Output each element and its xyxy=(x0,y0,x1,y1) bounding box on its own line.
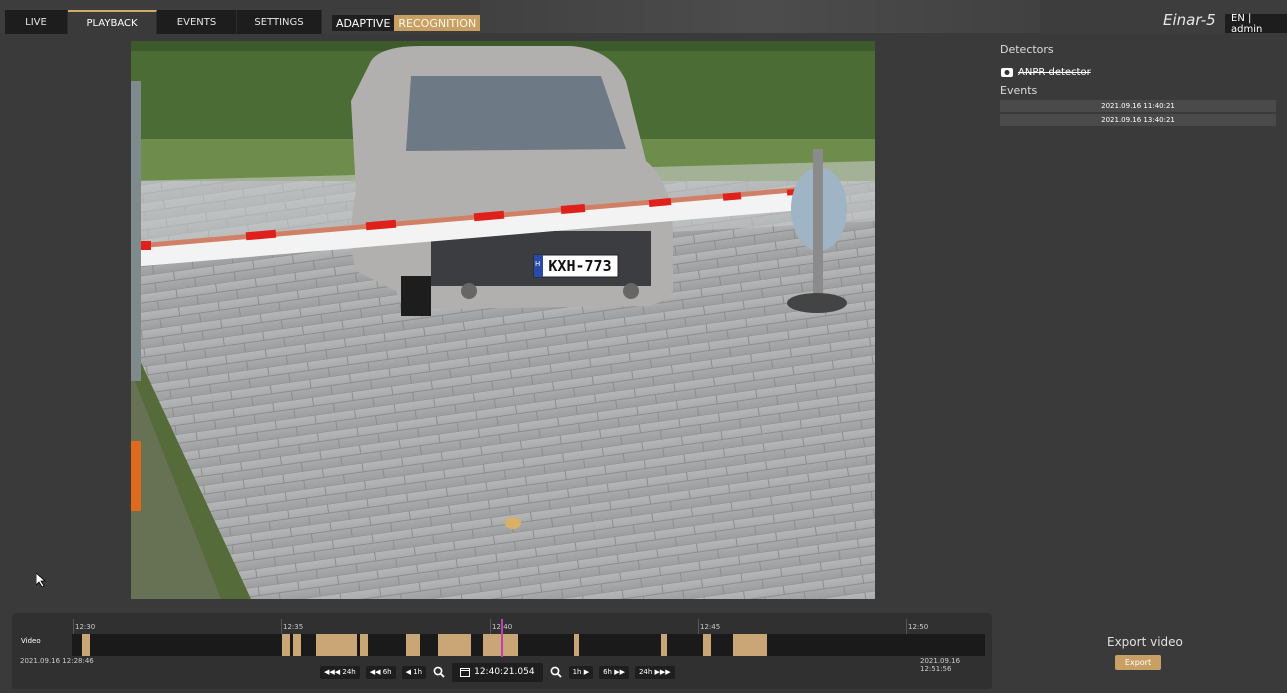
brand-logo: ADAPTIVE RECOGNITION xyxy=(332,15,481,31)
forward-24h-button[interactable]: 24h ▶▶▶ xyxy=(634,665,675,679)
recording-segment xyxy=(733,634,767,656)
recording-segment xyxy=(316,634,357,656)
tick-line xyxy=(73,619,74,634)
forward-1h-button[interactable]: 1h ▶ xyxy=(568,665,594,679)
forward-6h-button[interactable]: 6h ▶▶ xyxy=(599,665,629,679)
calendar-icon xyxy=(460,667,471,677)
events-title: Events xyxy=(1000,84,1038,97)
tick-line xyxy=(906,619,907,634)
recording-segment xyxy=(703,634,711,656)
app-name: Einar-5 xyxy=(1163,11,1216,29)
track-label: Video xyxy=(21,637,41,645)
event-item[interactable]: 2021.09.16 11:40:21 xyxy=(1000,100,1276,112)
car xyxy=(351,46,673,316)
camera-icon xyxy=(1000,66,1014,78)
event-item[interactable]: 2021.09.16 13:40:21 xyxy=(1000,114,1276,126)
tab-playback[interactable]: PLAYBACK xyxy=(68,10,157,34)
license-plate: H KXH-773 xyxy=(534,255,618,277)
recording-segment xyxy=(661,634,667,656)
detectors-title: Detectors xyxy=(1000,43,1054,56)
export-button[interactable]: Export xyxy=(1115,655,1161,670)
playback-controls: ◀◀◀ 24h ◀◀ 6h ◀ 1h 12:40:21.054 1h ▶ 6h … xyxy=(320,662,675,682)
tab-live[interactable]: LIVE xyxy=(5,10,68,34)
recording-segment xyxy=(293,634,301,656)
tick-line xyxy=(698,619,699,634)
timeline-end-time: 2021.09.16 12:51:56 xyxy=(920,657,961,673)
back-24h-button[interactable]: ◀◀◀ 24h xyxy=(320,665,360,679)
user-language-menu[interactable]: EN | admin xyxy=(1225,13,1287,35)
tab-settings[interactable]: SETTINGS xyxy=(237,10,322,34)
recording-segment xyxy=(282,634,290,656)
tick-label: 12:50 xyxy=(908,623,929,631)
brand-recognition: RECOGNITION xyxy=(394,15,481,31)
recording-segment xyxy=(574,634,579,656)
playhead[interactable] xyxy=(501,619,503,657)
detector-label: ANPR detector xyxy=(1018,66,1091,78)
main-tabs: LIVE PLAYBACK EVENTS SETTINGS xyxy=(5,10,322,34)
top-bar: LIVE PLAYBACK EVENTS SETTINGS ADAPTIVE R… xyxy=(0,0,1287,35)
export-video-title: Export video xyxy=(1107,635,1183,649)
tick-line xyxy=(490,619,491,634)
recording-segment xyxy=(360,634,368,656)
recording-segment xyxy=(82,634,90,656)
tick-label: 12:35 xyxy=(283,623,304,631)
zoom-in-icon[interactable] xyxy=(549,665,563,679)
plate-number: KXH-773 xyxy=(548,257,612,275)
header-decoration xyxy=(480,0,1040,33)
plate-country: H xyxy=(535,260,541,268)
right-panel: Detectors ANPR detector Events 2021.09.1… xyxy=(1000,43,1276,126)
tick-label: 12:30 xyxy=(75,623,96,631)
back-6h-button[interactable]: ◀◀ 6h xyxy=(365,665,396,679)
detector-anpr[interactable]: ANPR detector xyxy=(1000,66,1276,78)
tick-label: 12:45 xyxy=(700,623,721,631)
recording-segment xyxy=(406,634,420,656)
timeline-start-time: 2021.09.16 12:28:46 xyxy=(20,657,94,665)
brand-adaptive: ADAPTIVE xyxy=(332,15,395,31)
timeline-track[interactable] xyxy=(72,634,985,656)
recording-segment xyxy=(438,634,471,656)
time-picker[interactable]: 12:40:21.054 xyxy=(452,662,543,682)
timeline-panel: Video 12:30 12:35 12:40 12:45 12:50 2021… xyxy=(12,613,992,689)
tab-events[interactable]: EVENTS xyxy=(157,10,237,34)
current-time: 12:40:21.054 xyxy=(474,667,535,677)
video-player[interactable]: H KXH-773 xyxy=(131,41,875,599)
zoom-out-icon[interactable] xyxy=(432,665,446,679)
tick-line xyxy=(281,619,282,634)
back-1h-button[interactable]: ◀ 1h xyxy=(401,665,427,679)
camera-frame xyxy=(131,41,875,599)
